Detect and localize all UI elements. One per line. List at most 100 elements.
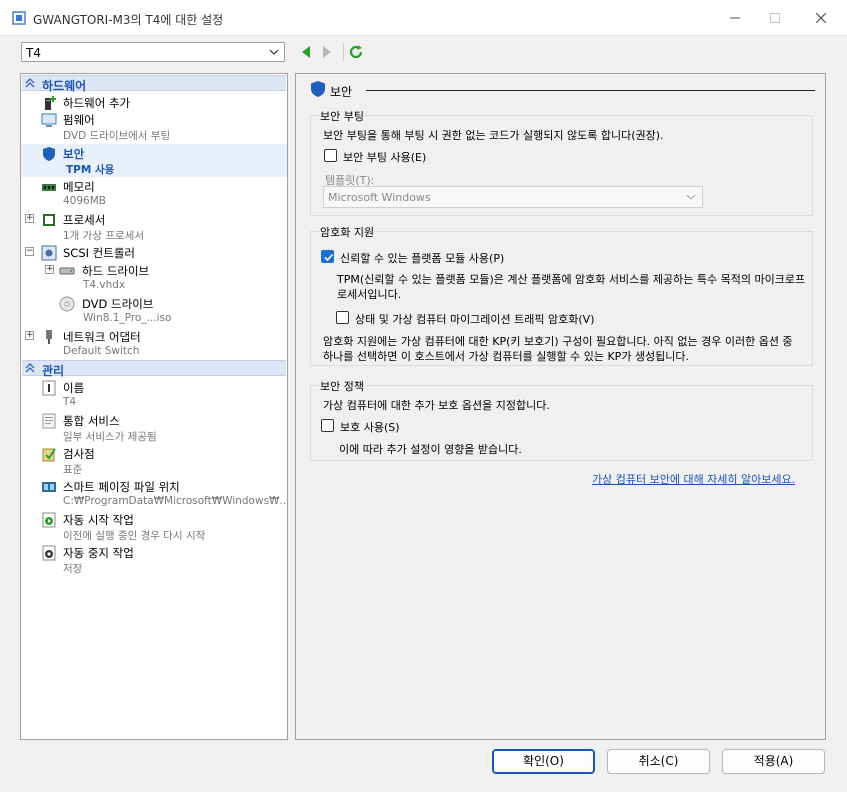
network-adapter-icon bbox=[46, 330, 52, 344]
tree-item-network-adapter[interactable]: + 네트워크 어댑터 Default Switch bbox=[21, 327, 287, 360]
shield-icon bbox=[311, 81, 325, 97]
window-title: GWANGTORI-M3의 T4에 대한 설정 bbox=[33, 13, 224, 27]
group-label: 암호화 지원 bbox=[319, 224, 376, 240]
tpm-checkbox-label[interactable]: 신뢰할 수 있는 플랫폼 모듈 사용(P) bbox=[340, 250, 504, 266]
maximize-button[interactable] bbox=[760, 6, 790, 30]
checkpoint-icon bbox=[42, 448, 56, 462]
tree-item-detail: 4096MB bbox=[63, 195, 106, 207]
secure-boot-group: 보안 부팅 보안 부팅을 통해 부팅 시 권한 없는 코드가 실행되지 않도록 … bbox=[310, 108, 813, 216]
tree-item-checkpoints[interactable]: 검사점 표준 bbox=[21, 444, 287, 477]
tree-item-detail: 1개 가상 프로세서 bbox=[63, 230, 144, 242]
chevron-down-icon bbox=[269, 49, 279, 55]
auto-stop-icon bbox=[42, 545, 56, 561]
tree-item-name[interactable]: 이름 T4 bbox=[21, 378, 287, 411]
tree-item-label: 검사점 bbox=[63, 447, 95, 461]
secure-boot-checkbox-label[interactable]: 보안 부팅 사용(E) bbox=[343, 149, 426, 165]
expand-toggle[interactable]: + bbox=[45, 265, 54, 274]
processor-icon bbox=[43, 214, 55, 226]
title-bar: GWANGTORI-M3의 T4에 대한 설정 bbox=[0, 0, 847, 36]
tree-item-label: 자동 중지 작업 bbox=[63, 546, 134, 560]
panel-header: 보안 bbox=[310, 80, 815, 100]
forward-arrow-icon[interactable] bbox=[320, 44, 334, 60]
tree-item-security[interactable]: 보안 TPM 사용 bbox=[21, 144, 287, 177]
template-dropdown[interactable]: Microsoft Windows bbox=[323, 186, 703, 208]
collapse-chevron-icon bbox=[25, 78, 35, 88]
tpm-checkbox[interactable] bbox=[321, 250, 334, 263]
tree-item-dvd-drive[interactable]: DVD 드라이브 Win8.1_Pro_...iso bbox=[21, 294, 287, 327]
minimize-button[interactable] bbox=[720, 6, 750, 30]
tree-item-hard-drive[interactable]: + 하드 드라이브 T4.vhdx bbox=[21, 261, 287, 294]
tpm-description: TPM(신뢰할 수 있는 플랫폼 모듈)은 계산 플랫폼에 암호화 서비스를 제… bbox=[337, 273, 806, 301]
tree-item-detail: 표준 bbox=[63, 464, 83, 476]
collapse-chevron-icon bbox=[25, 363, 35, 373]
vm-selector-value: T4 bbox=[26, 46, 41, 60]
tree-item-label: 이름 bbox=[63, 381, 85, 395]
tree-item-label: 메모리 bbox=[63, 180, 95, 194]
tree-item-detail: 이전에 실행 중인 경우 다시 시작 bbox=[63, 530, 206, 542]
secure-boot-description: 보안 부팅을 통해 부팅 시 권한 없는 코드가 실행되지 않도록 합니다(권장… bbox=[323, 129, 664, 142]
tree-item-detail: DVD 드라이브에서 부팅 bbox=[63, 130, 171, 142]
group-label: 보안 부팅 bbox=[319, 108, 365, 124]
shielding-checkbox-label[interactable]: 보호 사용(S) bbox=[340, 419, 400, 435]
tree-item-label: 네트워크 어댑터 bbox=[63, 330, 141, 344]
firmware-icon bbox=[41, 113, 57, 127]
hard-drive-icon bbox=[59, 267, 75, 275]
tree-item-label: 스마트 페이징 파일 위치 bbox=[63, 480, 180, 494]
template-dropdown-value: Microsoft Windows bbox=[328, 191, 431, 204]
back-arrow-icon[interactable] bbox=[299, 44, 313, 60]
security-policy-group: 보안 정책 가상 컴퓨터에 대한 추가 보호 옵션을 지정합니다. 보호 사용(… bbox=[310, 378, 813, 461]
shielding-note: 이에 따라 추가 설정이 영향을 받습니다. bbox=[339, 443, 522, 456]
key-protector-description: 암호화 지원에는 가상 컴퓨터에 대한 KP(키 보호기) 구성이 필요합니다.… bbox=[323, 335, 793, 363]
cancel-button[interactable]: 취소(C) bbox=[607, 749, 710, 774]
panel-title: 보안 bbox=[330, 85, 353, 99]
chevron-down-icon bbox=[686, 194, 696, 200]
tree-item-firmware[interactable]: 펌웨어 DVD 드라이브에서 부팅 bbox=[21, 110, 287, 143]
shielding-checkbox[interactable] bbox=[321, 419, 334, 432]
security-policy-description: 가상 컴퓨터에 대한 추가 보호 옵션을 지정합니다. bbox=[323, 399, 550, 412]
tree-item-processor[interactable]: + 프로세서 1개 가상 프로세서 bbox=[21, 210, 287, 243]
settings-tree: 하드웨어 하드웨어 추가 펌웨어 DVD 드라이브에서 부팅 보안 TPM 사용… bbox=[20, 73, 288, 740]
tree-item-smart-paging[interactable]: 스마트 페이징 파일 위치 C:₩ProgramData₩Microsoft₩W… bbox=[21, 477, 287, 510]
secure-boot-checkbox[interactable] bbox=[324, 149, 337, 162]
memory-icon bbox=[42, 184, 56, 191]
close-icon bbox=[816, 13, 826, 23]
tree-item-integration-services[interactable]: 통합 서비스 일부 서비스가 제공됨 bbox=[21, 411, 287, 444]
shield-icon bbox=[43, 147, 55, 161]
tree-item-detail: TPM 사용 bbox=[66, 164, 115, 176]
tree-item-label: SCSI 컨트롤러 bbox=[63, 246, 135, 260]
close-button[interactable] bbox=[806, 6, 836, 30]
name-tag-icon bbox=[42, 380, 56, 396]
tree-item-label: 보안 bbox=[63, 147, 85, 161]
integration-services-icon bbox=[42, 413, 56, 429]
tree-item-label: 자동 시작 작업 bbox=[63, 513, 134, 527]
tree-item-memory[interactable]: 메모리 4096MB bbox=[21, 177, 287, 210]
refresh-icon[interactable] bbox=[349, 44, 363, 60]
expand-toggle[interactable]: + bbox=[25, 331, 34, 340]
migration-encryption-checkbox[interactable] bbox=[336, 311, 349, 324]
tree-item-auto-start[interactable]: 자동 시작 작업 이전에 실행 중인 경우 다시 시작 bbox=[21, 510, 287, 543]
collapse-toggle[interactable]: − bbox=[25, 247, 34, 256]
tree-item-label: 펌웨어 bbox=[63, 113, 95, 127]
security-settings-panel: 보안 보안 부팅 보안 부팅을 통해 부팅 시 권한 없는 코드가 실행되지 않… bbox=[295, 73, 826, 740]
apply-button[interactable]: 적용(A) bbox=[722, 749, 825, 774]
learn-more-link[interactable]: 가상 컴퓨터 보안에 대해 자세히 알아보세요. bbox=[592, 471, 795, 487]
smart-paging-icon bbox=[42, 482, 56, 492]
tree-item-label: 하드웨어 추가 bbox=[63, 96, 131, 110]
scsi-controller-icon bbox=[41, 245, 57, 261]
tree-item-detail: Win8.1_Pro_...iso bbox=[83, 312, 172, 324]
expand-toggle[interactable]: + bbox=[25, 214, 34, 223]
tree-item-label: DVD 드라이브 bbox=[82, 297, 154, 311]
management-section-header[interactable]: 관리 bbox=[22, 360, 286, 378]
auto-start-icon bbox=[42, 512, 56, 528]
add-hardware-icon bbox=[45, 96, 56, 110]
minimize-icon bbox=[730, 17, 740, 19]
tree-item-auto-stop[interactable]: 자동 중지 작업 저장 bbox=[21, 543, 287, 576]
migration-encryption-label[interactable]: 상태 및 가상 컴퓨터 마이그레이션 트래픽 암호화(V) bbox=[355, 311, 595, 327]
vm-selector[interactable]: T4 bbox=[21, 42, 285, 62]
dvd-disc-icon bbox=[59, 296, 75, 312]
hyperv-app-icon bbox=[12, 11, 26, 25]
tree-item-label: 프로세서 bbox=[63, 213, 106, 227]
maximize-icon bbox=[770, 13, 780, 23]
hardware-section-header[interactable]: 하드웨어 bbox=[22, 75, 286, 93]
ok-button[interactable]: 확인(O) bbox=[492, 749, 595, 774]
